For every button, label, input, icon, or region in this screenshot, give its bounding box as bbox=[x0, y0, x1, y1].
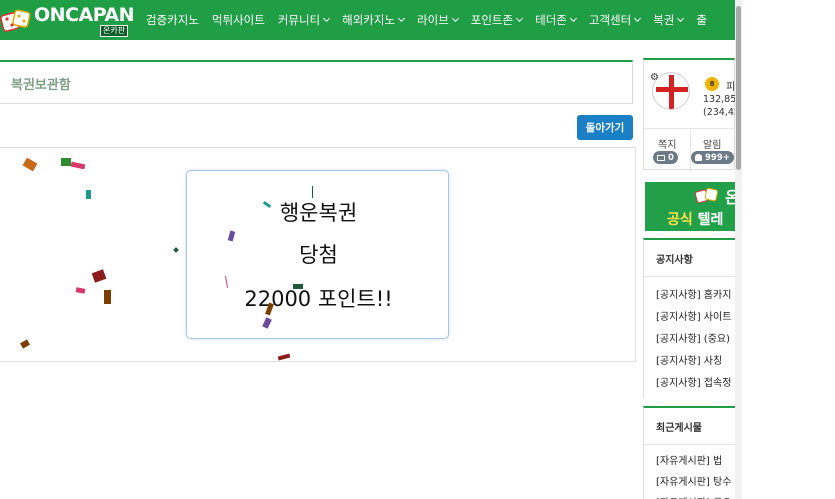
confetti-piece bbox=[312, 186, 313, 198]
divider bbox=[644, 444, 735, 445]
nav-item-label: 해외카지노 bbox=[342, 13, 396, 27]
alarm-count: 999+ bbox=[705, 152, 730, 163]
site-logo[interactable]: ONCAPAN 온카판 bbox=[0, 2, 136, 38]
page-title: 복권보관함 bbox=[11, 78, 71, 93]
messages-count-badge[interactable]: 0 bbox=[653, 151, 678, 164]
banner-official-text: 공식 bbox=[667, 212, 693, 228]
list-item-text: 사이트 bbox=[703, 312, 732, 323]
dice-icon bbox=[695, 187, 719, 204]
alarm-count-badge[interactable]: 999+ bbox=[691, 151, 734, 164]
nickname[interactable]: 피 bbox=[726, 78, 735, 93]
banner-telegram-text: 텔레 bbox=[697, 212, 724, 228]
nav-item-label: 라이브 bbox=[417, 13, 449, 27]
list-item-text: 홈카지 bbox=[703, 290, 732, 301]
list-item-text: 탕수 bbox=[713, 477, 732, 488]
nav-item-6[interactable]: 테더존 bbox=[535, 12, 577, 28]
recent-posts-title: 최근게시물 bbox=[656, 423, 702, 434]
list-item-tag: [공지사항] bbox=[656, 334, 701, 345]
list-item-tag: [공지사항] bbox=[656, 378, 701, 389]
list-item-text: (중요) bbox=[703, 334, 730, 345]
nav-item-3[interactable]: 해외카지노 bbox=[342, 12, 406, 28]
logo-text: ONCAPAN bbox=[34, 4, 135, 26]
banner-top-text: 온 bbox=[725, 188, 735, 207]
list-item-tag: [공지사항] bbox=[656, 356, 701, 367]
level-badge: 8 bbox=[705, 77, 719, 91]
nav-item-2[interactable]: 커뮤니티 bbox=[277, 12, 331, 28]
main-nav: 검증카지노 먹튀사이트 커뮤니티 해외카지노 라이브 포인트존 테더존 고객센터 복권 출 bbox=[146, 0, 720, 40]
nav-item-label: 검증카지노 bbox=[146, 13, 199, 27]
nav-item-0[interactable]: 검증카지노 bbox=[146, 12, 199, 28]
nav-item-7[interactable]: 고객센터 bbox=[588, 12, 642, 28]
banner-bottom-text: 공식 텔레 bbox=[667, 209, 723, 229]
notice-title: 공지사항 bbox=[656, 255, 693, 266]
chevron-down-icon bbox=[634, 14, 642, 23]
nav-item-5[interactable]: 포인트존 bbox=[470, 12, 524, 28]
chevron-down-icon bbox=[677, 14, 685, 23]
telegram-banner[interactable]: 온 공식 텔레 bbox=[645, 182, 735, 231]
point-balance: 132,85 bbox=[703, 94, 735, 105]
list-item[interactable]: [공지사항] 사칭 bbox=[656, 352, 722, 367]
nav-item-label: 먹튀사이트 bbox=[211, 13, 265, 27]
profile-box: ⚙ 8 피 132,85 (234,45 쪽지 0 알림 999+ bbox=[643, 58, 735, 172]
confetti-piece bbox=[61, 158, 71, 166]
top-navigation-bar: ONCAPAN 온카판 검증카지노 먹튀사이트 커뮤니티 해외카지노 라이브 포인트존 테더… bbox=[0, 0, 742, 40]
bell-icon bbox=[695, 154, 702, 161]
result-lottery-name: 행운복권 bbox=[279, 201, 358, 225]
messages-count: 0 bbox=[668, 152, 674, 163]
dice-logo-icon bbox=[0, 9, 31, 32]
nav-item-label: 포인트존 bbox=[470, 13, 514, 27]
notice-box: 공지사항 [공지사항] 홈카지 [공지사항] 사이트 [공지사항] (중요) [공지사… bbox=[643, 238, 735, 398]
list-item[interactable]: [자유게시판] 법 bbox=[656, 452, 722, 467]
chevron-down-icon bbox=[398, 14, 406, 23]
nav-item-label: 고객센터 bbox=[588, 13, 632, 27]
nav-item-label: 커뮤니티 bbox=[277, 13, 321, 27]
nav-item-label: 테더존 bbox=[535, 13, 567, 27]
list-item[interactable]: [공지사항] 홈카지 bbox=[656, 286, 731, 301]
result-status: 당첨 bbox=[299, 243, 338, 267]
confetti-piece bbox=[104, 290, 111, 304]
list-item[interactable]: [공지사항] (중요) bbox=[656, 330, 730, 345]
chevron-down-icon bbox=[516, 14, 524, 23]
gear-icon[interactable]: ⚙ bbox=[650, 72, 659, 83]
logo-subtext: 온카판 bbox=[100, 25, 129, 37]
chevron-down-icon bbox=[569, 14, 577, 23]
list-item-tag: [자유게시판] bbox=[656, 456, 710, 467]
nav-item-label: 복권 bbox=[653, 13, 675, 27]
nav-item-1[interactable]: 먹튀사이트 bbox=[212, 12, 265, 28]
nav-item-8[interactable]: 복권 bbox=[653, 12, 685, 28]
recent-posts-box: 최근게시물 [자유게시판] 법 [자유게시판] 탕수 [자유게시판] 금요 bbox=[643, 406, 735, 499]
confetti-piece bbox=[293, 284, 303, 289]
list-item-tag: [공지사항] bbox=[656, 312, 701, 323]
point-balance-sub: (234,45 bbox=[703, 107, 735, 118]
list-item-text: 법 bbox=[713, 456, 723, 467]
list-item-text: 사칭 bbox=[703, 356, 723, 367]
list-item[interactable]: [공지사항] 접속정 bbox=[656, 374, 731, 389]
page: ONCAPAN 온카판 검증카지노 먹튀사이트 커뮤니티 해외카지노 라이브 포인트존 테더… bbox=[0, 0, 835, 499]
list-item-text: 접속정 bbox=[703, 378, 732, 389]
list-item-tag: [자유게시판] bbox=[656, 477, 710, 488]
list-item[interactable]: [공지사항] 사이트 bbox=[656, 308, 731, 323]
divider bbox=[644, 276, 735, 277]
scrollbar-thumb[interactable] bbox=[736, 6, 741, 170]
result-card: 행운복권 당첨 22000 포인트!! bbox=[186, 170, 449, 339]
list-item-tag: [공지사항] bbox=[656, 290, 701, 301]
right-sidebar: ⚙ 8 피 132,85 (234,45 쪽지 0 알림 999+ 온 공식 텔… bbox=[643, 58, 735, 499]
nav-item-label: 출 bbox=[696, 13, 707, 27]
messages-label[interactable]: 쪽지 bbox=[658, 136, 676, 151]
list-item[interactable]: [자유게시판] 탕수 bbox=[656, 473, 731, 488]
nav-item-4[interactable]: 라이브 bbox=[417, 12, 459, 28]
envelope-icon bbox=[657, 154, 665, 161]
chevron-down-icon bbox=[451, 14, 459, 23]
list-item[interactable]: [자유게시판] 금요 bbox=[656, 494, 731, 499]
confetti-piece bbox=[86, 190, 91, 199]
alarm-label[interactable]: 알림 bbox=[703, 136, 721, 151]
divider bbox=[690, 128, 691, 172]
page-title-box: 복권보관함 bbox=[0, 60, 633, 104]
back-button[interactable]: 돌아가기 bbox=[577, 115, 633, 140]
chevron-down-icon bbox=[323, 14, 331, 23]
nav-item-9[interactable]: 출 bbox=[696, 12, 707, 28]
